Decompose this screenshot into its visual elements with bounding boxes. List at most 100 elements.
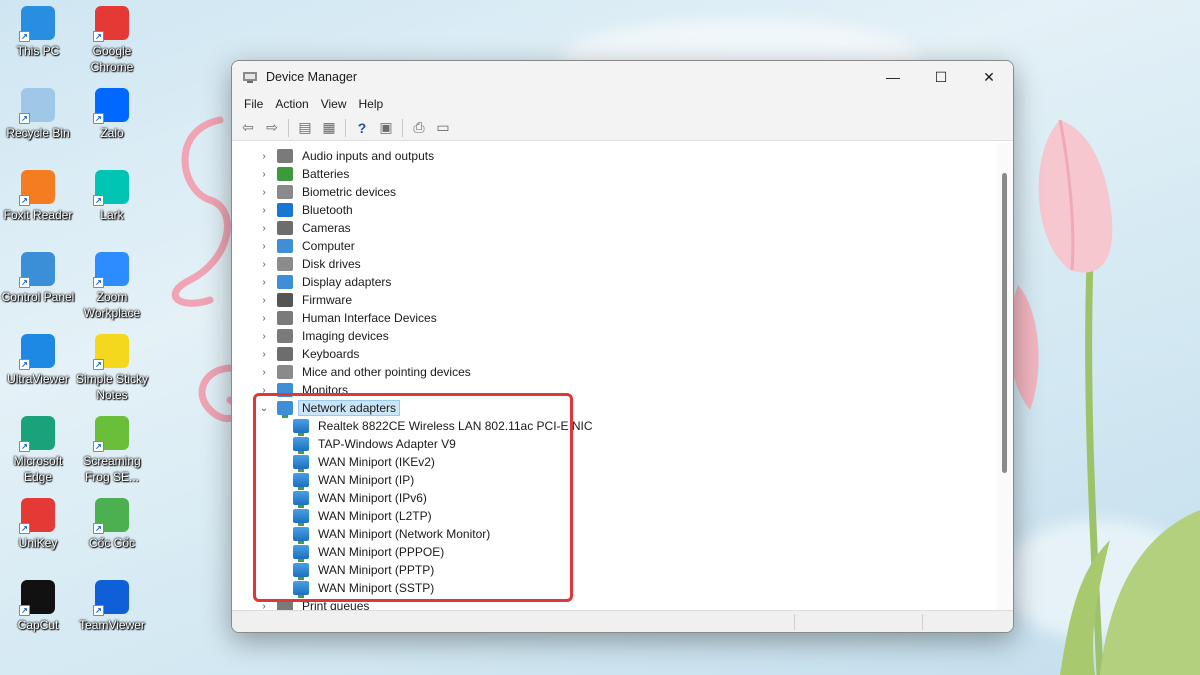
tree-item-label: Biometric devices [302,185,397,199]
desktop-icon-zoom[interactable]: ↗ Zoom Workplace [72,252,152,321]
desktop-icon-ultraviewer[interactable]: ↗ UltraViewer [0,334,78,387]
desktop-icon-foxit[interactable]: ↗ Foxit Reader [0,170,78,223]
device-list-icon: ▦ [322,119,336,135]
desktop-icon-screaming-frog[interactable]: ↗ Screaming Frog SE... [72,416,152,485]
chevron-right-icon[interactable]: › [257,313,271,324]
shortcut-arrow-icon: ↗ [19,523,30,534]
tree-category-bluetooth[interactable]: › Bluetooth [232,201,999,219]
tree-category-computer[interactable]: › Computer [232,237,999,255]
device-list-button[interactable]: ▦ [318,118,340,138]
tree-category-imaging-devices[interactable]: › Imaging devices [232,327,999,345]
help-button[interactable]: ? [351,118,373,138]
forward-arrow-icon: ⇨ [266,119,278,135]
forward-arrow-button[interactable]: ⇨ [261,118,283,138]
shortcut-arrow-icon: ↗ [19,31,30,42]
scrollbar-thumb[interactable] [1002,173,1007,473]
desktop-icon-zalo[interactable]: ↗ Zalo [72,88,152,141]
keyboard-icon [277,347,293,361]
desktop-icon-label: This PC [16,44,60,58]
chevron-right-icon[interactable]: › [257,349,271,360]
back-arrow-button[interactable]: ⇦ [237,118,259,138]
desktop-icon-lark[interactable]: ↗ Lark [72,170,152,223]
chevron-right-icon[interactable]: › [257,367,271,378]
view-resources-icon: ▣ [379,119,393,135]
tree-category-cameras[interactable]: › Cameras [232,219,999,237]
minimize-button[interactable]: — [869,61,917,93]
shortcut-arrow-icon: ↗ [93,605,104,616]
tree-category-audio-inputs-and-outputs[interactable]: › Audio inputs and outputs [232,147,999,165]
tree-item-label: Computer [302,239,355,253]
desktop-icon-coccoc[interactable]: ↗ Cốc Cốc [72,498,152,551]
desktop-icon-monitor[interactable]: ↗ This PC [0,6,78,59]
chevron-right-icon[interactable]: › [257,205,271,216]
back-arrow-icon: ⇦ [242,119,254,135]
teamviewer-icon: ↗ [93,580,129,616]
control-panel-icon: ↗ [19,252,55,288]
desktop-icon-label: UniKey [18,536,58,550]
update-driver-button[interactable]: ⎙ [408,118,430,138]
menu-file[interactable]: File [238,97,269,111]
desktop-icon-label: Simple Sticky Notes [75,372,149,402]
chevron-right-icon[interactable]: › [257,241,271,252]
desktop-icon-label: Zalo [100,126,124,140]
desktop-icon-control-panel[interactable]: ↗ Control Panel [0,252,78,305]
tree-category-keyboards[interactable]: › Keyboards [232,345,999,363]
desktop-icon-edge[interactable]: ↗ Microsoft Edge [0,416,78,485]
view-resources-button[interactable]: ▣ [375,118,397,138]
tree-item-label: Audio inputs and outputs [302,149,435,163]
close-button[interactable]: ✕ [965,61,1013,93]
chevron-right-icon[interactable]: › [257,223,271,234]
desktop-icon-label: Microsoft Edge [13,454,63,484]
maximize-button[interactable]: ☐ [917,61,965,93]
menu-action[interactable]: Action [269,97,314,111]
tree-category-firmware[interactable]: › Firmware [232,291,999,309]
desktop-icon-chrome[interactable]: ↗ Google Chrome [72,6,152,75]
tree-category-biometric-devices[interactable]: › Biometric devices [232,183,999,201]
hid-icon [277,311,293,325]
shortcut-arrow-icon: ↗ [19,441,30,452]
tree-category-human-interface-devices[interactable]: › Human Interface Devices [232,309,999,327]
title-bar[interactable]: Device Manager — ☐ ✕ [232,61,1013,93]
toolbar-separator [345,118,346,137]
shortcut-arrow-icon: ↗ [93,277,104,288]
help-icon: ? [357,119,367,136]
vertical-scrollbar[interactable] [997,143,1013,611]
camera-icon [277,221,293,235]
status-separator [794,614,795,630]
desktop-icon-label: TeamViewer [79,618,145,632]
shortcut-arrow-icon: ↗ [93,523,104,534]
status-bar [232,610,1013,632]
chevron-right-icon[interactable]: › [257,295,271,306]
properties-icon: ▤ [298,119,312,135]
properties-button[interactable]: ▤ [294,118,316,138]
desktop-icon-recycle-bin[interactable]: ↗ Recycle Bin [0,88,78,141]
chevron-right-icon[interactable]: › [257,151,271,162]
menu-help[interactable]: Help [353,97,390,111]
shortcut-arrow-icon: ↗ [93,441,104,452]
chevron-right-icon[interactable]: › [257,331,271,342]
tree-category-disk-drives[interactable]: › Disk drives [232,255,999,273]
tree-category-display-adapters[interactable]: › Display adapters [232,273,999,291]
menu-view[interactable]: View [315,97,353,111]
desktop-icon-label: CapCut [17,618,59,632]
tree-item-label: Cameras [302,221,351,235]
desktop-icon-label: Control Panel [1,290,75,304]
desktop-icon-capcut[interactable]: ↗ CapCut [0,580,78,633]
toolbar-separator [402,118,403,137]
disk-icon [277,257,293,271]
unikey-icon: ↗ [19,498,55,534]
chevron-right-icon[interactable]: › [257,169,271,180]
tree-category-mice-and-other-pointing-devices[interactable]: › Mice and other pointing devices [232,363,999,381]
monitor-scan-button[interactable]: ▭ [432,118,454,138]
desktop-icon-teamviewer[interactable]: ↗ TeamViewer [72,580,152,633]
tree-item-label: Disk drives [302,257,361,271]
chevron-right-icon[interactable]: › [257,187,271,198]
tree-item-label: Firmware [302,293,352,307]
tree-category-batteries[interactable]: › Batteries [232,165,999,183]
desktop-icon-unikey[interactable]: ↗ UniKey [0,498,78,551]
screaming-frog-icon: ↗ [93,416,129,452]
monitor-scan-icon: ▭ [436,119,450,135]
chevron-right-icon[interactable]: › [257,277,271,288]
desktop-icon-sticky-notes[interactable]: ↗ Simple Sticky Notes [72,334,152,403]
chevron-right-icon[interactable]: › [257,259,271,270]
